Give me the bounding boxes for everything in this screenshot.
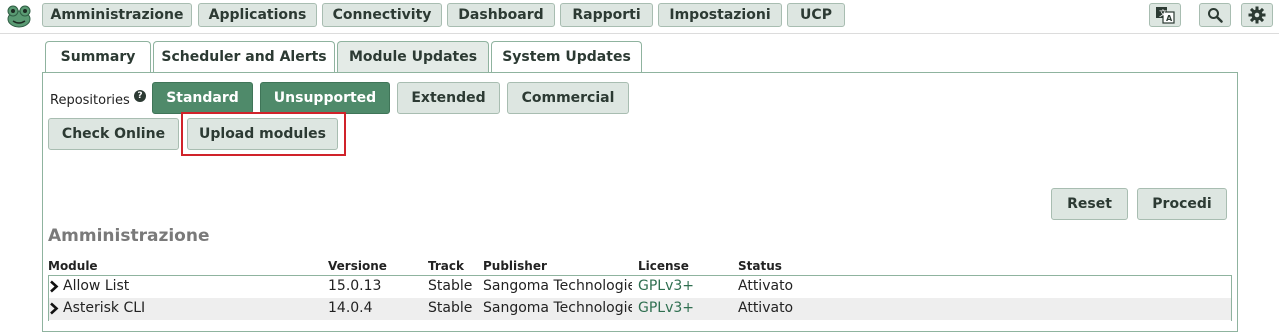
svg-text:A: A [1166,14,1173,23]
table-row[interactable]: Allow List 15.0.13 Stable Sangoma Techno… [49,276,1231,298]
module-status: Attivato [738,300,794,316]
module-track: Stable [428,278,473,294]
module-license-link[interactable]: GPLv3+ [638,276,733,297]
nav-dashboard[interactable]: Dashboard [447,3,555,27]
nav-amministrazione[interactable]: Amministrazione [42,3,192,27]
tab-summary[interactable]: Summary [45,41,151,73]
top-navigation-bar: Amministrazione Applications Connectivit… [0,0,1279,34]
column-header-status: Status [738,259,782,273]
column-header-license: License [638,259,689,273]
frog-logo-icon[interactable] [6,4,32,28]
reset-button[interactable]: Reset [1051,188,1128,220]
module-version: 15.0.13 [328,278,382,294]
module-name: Asterisk CLI [63,300,146,316]
repo-commercial-button[interactable]: Commercial [507,82,629,114]
module-version: 14.0.4 [328,300,373,316]
chevron-right-icon[interactable] [49,302,59,315]
settings-button[interactable] [1241,3,1273,27]
gear-icon [1248,6,1266,24]
nav-ucp[interactable]: UCP [787,3,845,27]
tab-module-updates[interactable]: Module Updates [337,41,489,74]
check-online-button[interactable]: Check Online [48,118,179,150]
upload-modules-highlight [181,112,346,156]
search-button[interactable] [1199,3,1231,27]
column-header-publisher: Publisher [483,259,547,273]
module-publisher: Sangoma Technologies [483,278,632,294]
tab-system-updates[interactable]: System Updates [491,41,642,73]
module-license-link[interactable]: GPLv3+ [638,298,733,319]
section-title: Amministrazione [48,226,210,246]
tab-scheduler-and-alerts[interactable]: Scheduler and Alerts [153,41,335,73]
translate-icon: 文 A [1156,7,1175,24]
column-header-version: Versione [328,259,387,273]
column-header-module: Module [48,259,98,273]
translate-button[interactable]: 文 A [1149,3,1181,27]
nav-impostazioni[interactable]: Impostazioni [658,3,782,27]
module-publisher: Sangoma Technologies [483,300,632,316]
repositories-label: Repositories [50,93,130,108]
module-track: Stable [428,300,473,316]
column-header-track: Track [428,259,464,273]
nav-connectivity[interactable]: Connectivity [322,3,442,27]
module-status: Attivato [738,278,794,294]
search-icon [1208,8,1223,23]
table-row[interactable]: Asterisk CLI 14.0.4 Stable Sangoma Techn… [49,298,1231,320]
nav-applications[interactable]: Applications [198,3,317,27]
repo-extended-button[interactable]: Extended [397,82,500,114]
repo-standard-button[interactable]: Standard [152,82,253,114]
module-name: Allow List [63,278,130,294]
help-icon[interactable]: ? [134,90,146,102]
repo-unsupported-button[interactable]: Unsupported [260,82,390,114]
nav-rapporti[interactable]: Rapporti [560,3,653,27]
procedi-button[interactable]: Procedi [1137,188,1227,220]
chevron-right-icon[interactable] [49,280,59,293]
